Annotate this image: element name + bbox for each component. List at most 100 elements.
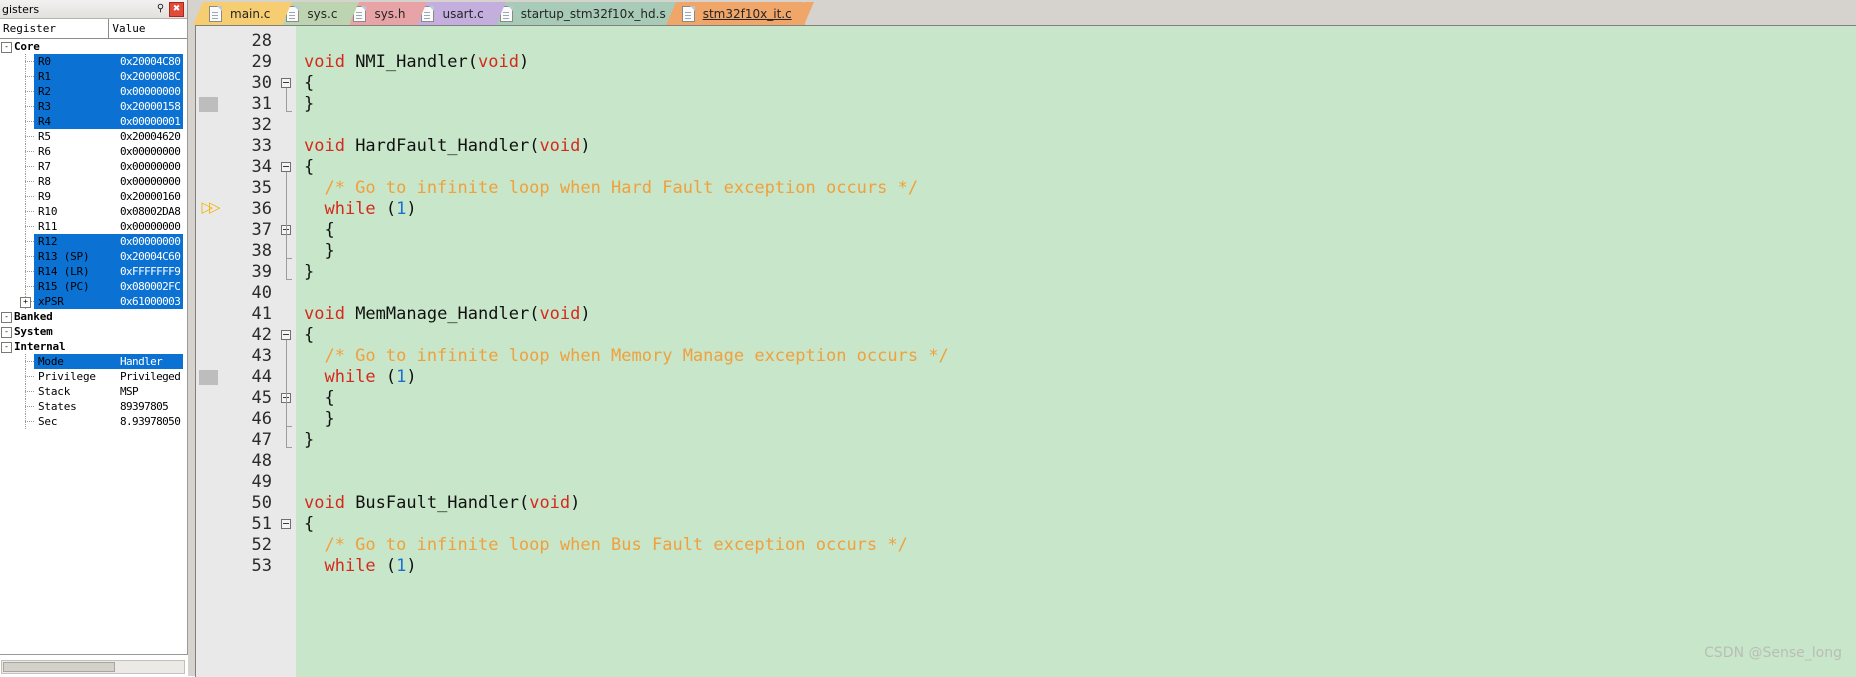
register-row[interactable]: R12 0x00000000	[0, 234, 187, 249]
expand-icon[interactable]: +	[20, 297, 31, 308]
register-name: R15 (PC)	[38, 280, 90, 293]
editor-tab[interactable]: startup_stm32f10x_hd.s	[483, 2, 688, 25]
register-value[interactable]: 0x00000001	[120, 115, 181, 128]
code-editor[interactable]: ▷▷ 28 29 30 31 32 33 34 35 36 37 38 39 40 41 42 43 44 45 4…	[195, 25, 1856, 677]
register-value[interactable]: 0x00000000	[120, 235, 181, 248]
registers-horizontal-scrollbar[interactable]	[1, 660, 185, 674]
code-line[interactable]: }	[304, 241, 334, 262]
code-line[interactable]: void NMI_Handler(void)	[304, 52, 529, 73]
code-line[interactable]: /* Go to infinite loop when Memory Manag…	[304, 346, 949, 367]
register-value[interactable]: Handler	[120, 355, 163, 368]
code-line[interactable]: }	[304, 262, 314, 283]
code-line[interactable]: while (1)	[304, 199, 417, 220]
code-line[interactable]: {	[304, 514, 314, 535]
collapse-icon[interactable]: -	[1, 42, 12, 53]
register-row[interactable]: R11 0x00000000	[0, 219, 187, 234]
line-number: 46	[251, 409, 272, 429]
register-row[interactable]: R9 0x20000160	[0, 189, 187, 204]
register-row[interactable]: R0 0x20004C80	[0, 54, 187, 69]
collapse-icon[interactable]: -	[1, 327, 12, 338]
register-row[interactable]: R4 0x00000001	[0, 114, 187, 129]
code-text-area[interactable]: void NMI_Handler(void){} void HardFault_H…	[296, 26, 1856, 677]
register-value[interactable]: 0x20000158	[120, 100, 181, 113]
register-row[interactable]: R7 0x00000000	[0, 159, 187, 174]
register-value[interactable]: 0x00000000	[120, 220, 181, 233]
pin-icon[interactable]: ⚲	[154, 2, 167, 15]
register-row[interactable]: R15 (PC) 0x080002FC	[0, 279, 187, 294]
register-value[interactable]: MSP	[120, 385, 139, 398]
register-row[interactable]: R14 (LR) 0xFFFFFFF9	[0, 264, 187, 279]
register-value[interactable]: 0x20004C60	[120, 250, 181, 263]
code-line[interactable]: {	[304, 157, 314, 178]
code-line[interactable]: }	[304, 94, 314, 115]
register-row[interactable]: Privilege Privileged	[0, 369, 187, 384]
register-row[interactable]: R10 0x08002DA8	[0, 204, 187, 219]
code-token: MemManage_Handler	[355, 304, 530, 324]
collapse-icon[interactable]: -	[1, 312, 12, 323]
code-line[interactable]: {	[304, 388, 334, 409]
register-value[interactable]: 89397805	[120, 400, 169, 413]
fold-collapse-icon[interactable]	[281, 162, 291, 172]
code-line[interactable]: while (1)	[304, 556, 416, 577]
register-value[interactable]: 8.93978050	[120, 415, 181, 428]
code-line[interactable]: }	[304, 409, 334, 430]
breakpoint-margin[interactable]: ▷▷	[196, 26, 223, 677]
fold-collapse-icon[interactable]	[281, 519, 291, 529]
code-token: )	[406, 199, 417, 219]
code-line[interactable]: void MemManage_Handler(void)	[304, 304, 591, 325]
register-row[interactable]: R2 0x00000000	[0, 84, 187, 99]
register-row[interactable]: Sec 8.93978050	[0, 414, 187, 429]
register-row[interactable]: States 89397805	[0, 399, 187, 414]
register-value[interactable]: 0x61000003	[120, 295, 181, 308]
registers-tree[interactable]: - Core R0 0x20004C80 R1 0x2000008C R2 0x0000000…	[0, 39, 187, 571]
register-value[interactable]: 0x00000000	[120, 145, 181, 158]
editor-tab[interactable]: stm32f10x_it.c	[665, 2, 814, 25]
fold-collapse-icon[interactable]	[281, 78, 291, 88]
register-row[interactable]: Mode Handler	[0, 354, 187, 369]
register-group-row[interactable]: - Core	[0, 39, 187, 54]
code-line[interactable]: {	[304, 325, 314, 346]
editor-tab[interactable]: main.c	[192, 2, 293, 25]
register-row[interactable]: R6 0x00000000	[0, 144, 187, 159]
register-row[interactable]: R1 0x2000008C	[0, 69, 187, 84]
breakpoint-marker[interactable]	[199, 97, 218, 112]
register-group-row[interactable]: - Banked	[0, 309, 187, 324]
register-value[interactable]: 0x20000160	[120, 190, 181, 203]
fold-collapse-icon[interactable]	[281, 330, 291, 340]
scrollbar-thumb[interactable]	[3, 662, 115, 672]
code-token: /* Go to infinite loop when Memory Manag…	[304, 346, 949, 366]
register-value[interactable]: 0xFFFFFFF9	[120, 265, 181, 278]
register-row[interactable]: R8 0x00000000	[0, 174, 187, 189]
code-line[interactable]: {	[304, 73, 314, 94]
code-line[interactable]: /* Go to infinite loop when Hard Fault e…	[304, 178, 918, 199]
register-value[interactable]: 0x2000008C	[120, 70, 181, 83]
register-value[interactable]: Privileged	[120, 370, 181, 383]
register-row[interactable]: + xPSR 0x61000003	[0, 294, 187, 309]
register-value[interactable]: 0x20004C80	[120, 55, 181, 68]
register-value[interactable]: 0x08002DA8	[120, 205, 181, 218]
code-line[interactable]: {	[304, 220, 334, 241]
close-icon[interactable]: ✖	[169, 2, 184, 17]
register-value[interactable]: 0x00000000	[120, 160, 181, 173]
register-row[interactable]: R5 0x20004620	[0, 129, 187, 144]
register-group-row[interactable]: - System	[0, 324, 187, 339]
code-line[interactable]: void BusFault_Handler(void)	[304, 493, 580, 514]
code-line[interactable]: }	[304, 430, 314, 451]
register-name: R9	[38, 190, 51, 203]
code-line[interactable]: void HardFault_Handler(void)	[304, 136, 591, 157]
code-line[interactable]: /* Go to infinite loop when Bus Fault ex…	[304, 535, 907, 556]
register-value[interactable]: 0x20004620	[120, 130, 181, 143]
register-row[interactable]: Stack MSP	[0, 384, 187, 399]
register-value[interactable]: 0x00000000	[120, 85, 181, 98]
register-value[interactable]: 0x00000000	[120, 175, 181, 188]
register-group-row[interactable]: - Internal	[0, 339, 187, 354]
code-folding-column[interactable]	[278, 26, 297, 677]
column-header-register[interactable]: Register	[0, 19, 110, 38]
register-value[interactable]: 0x080002FC	[120, 280, 181, 293]
column-header-value[interactable]: Value	[109, 19, 187, 38]
breakpoint-marker[interactable]	[199, 370, 218, 385]
collapse-icon[interactable]: -	[1, 342, 12, 353]
register-row[interactable]: R13 (SP) 0x20004C60	[0, 249, 187, 264]
register-row[interactable]: R3 0x20000158	[0, 99, 187, 114]
code-line[interactable]: while (1)	[304, 367, 416, 388]
